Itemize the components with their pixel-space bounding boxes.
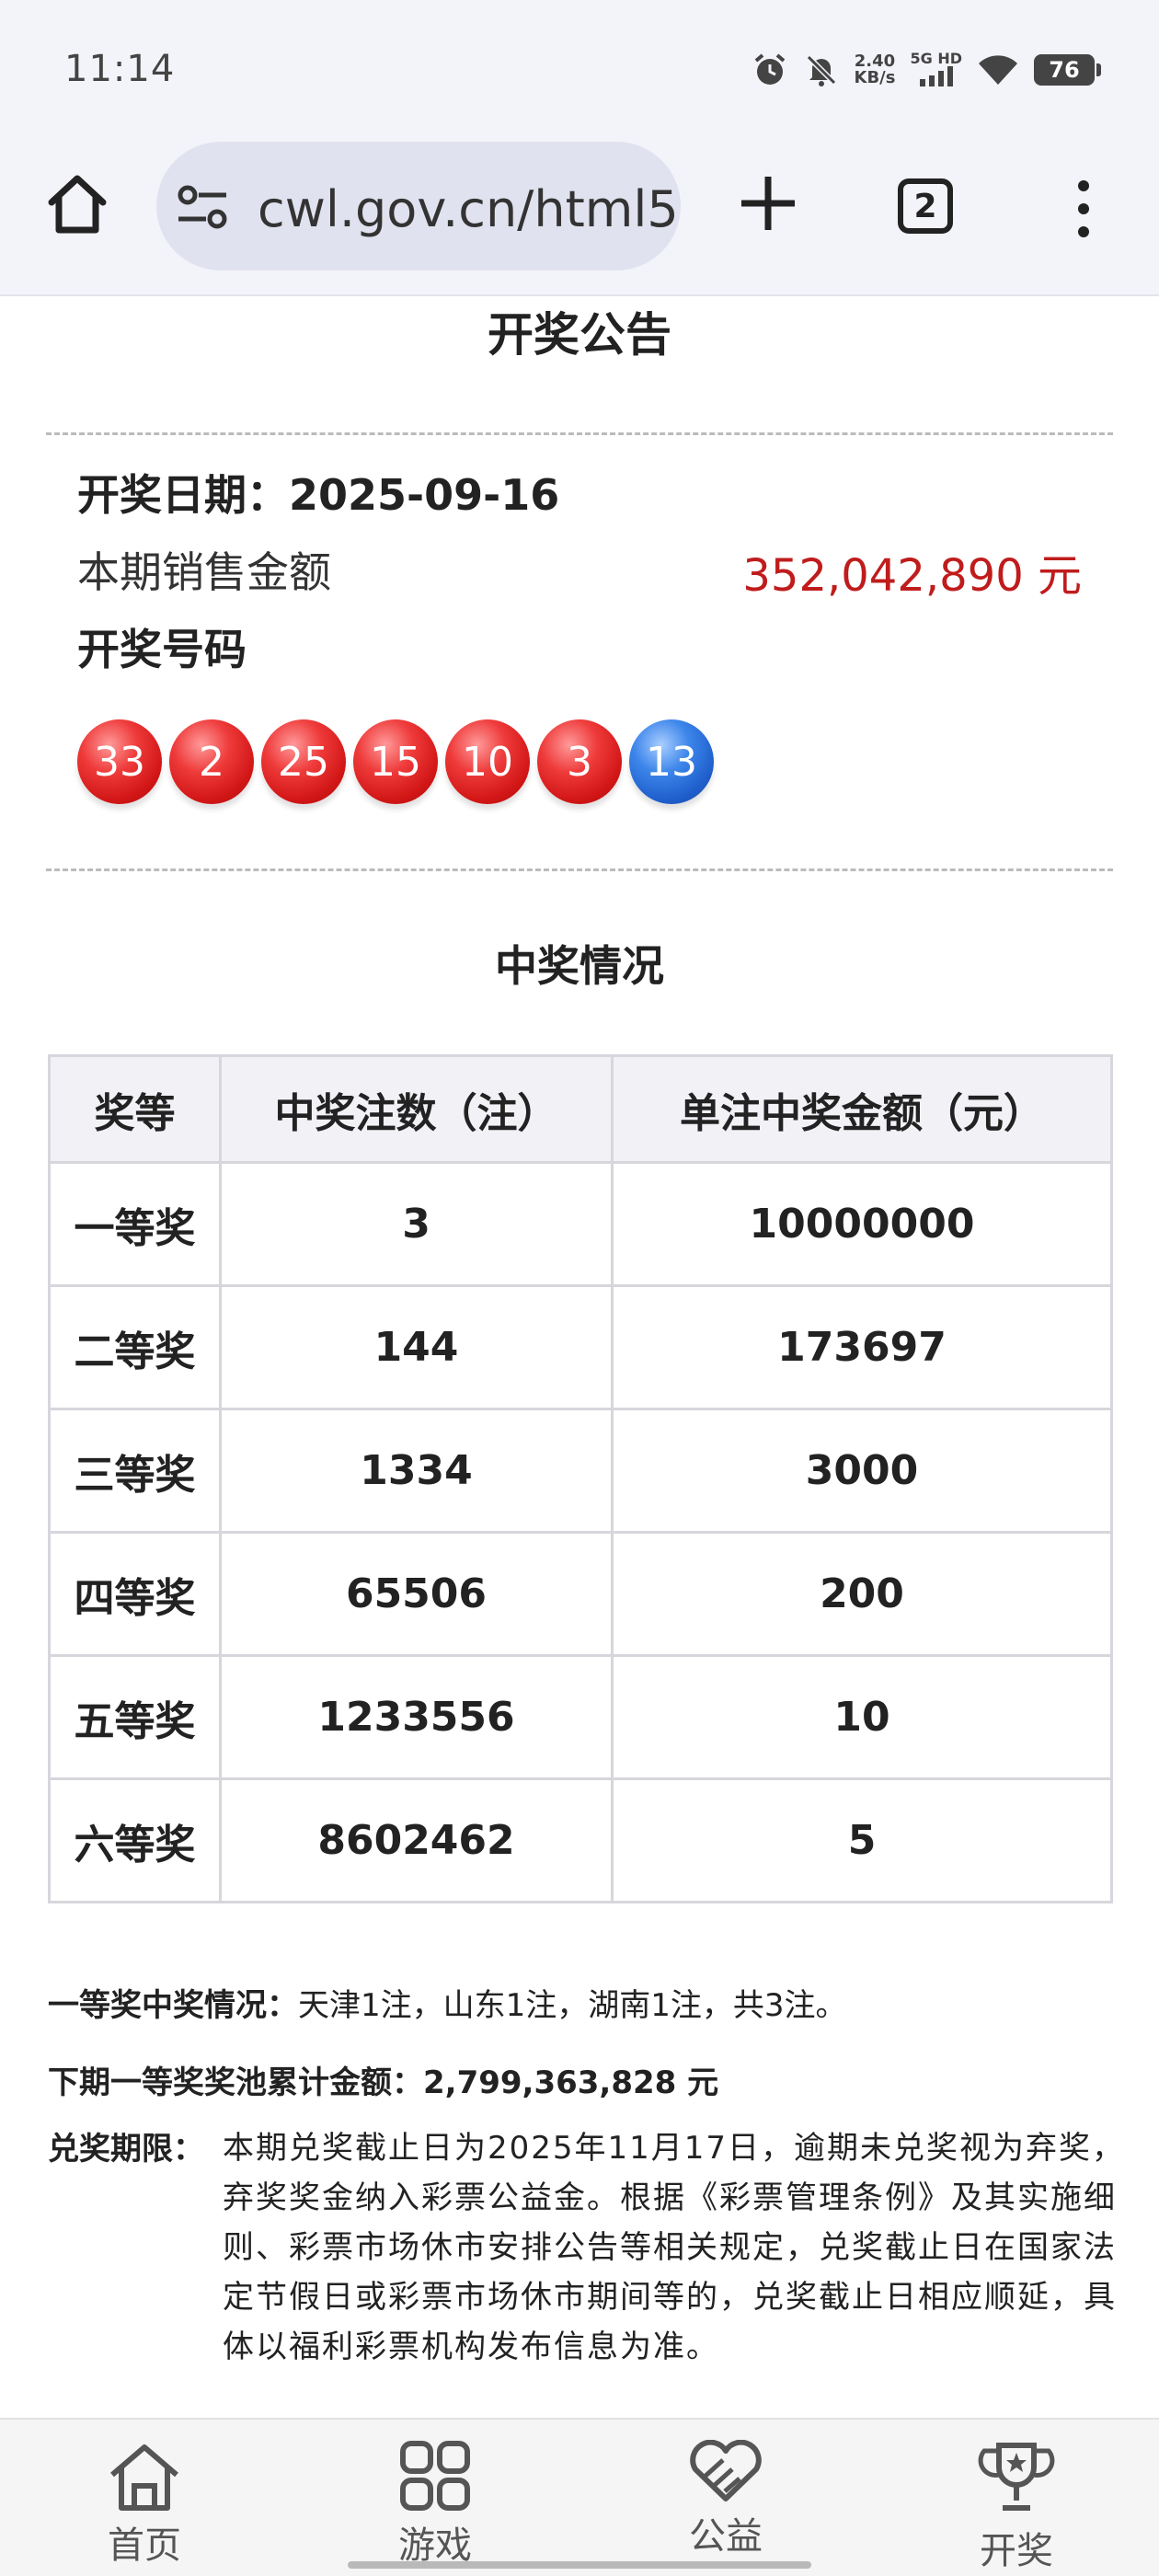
status-bar: 11:14 2.40 KB/s 5G HD 76 [0, 0, 1159, 138]
bottom-nav: 首页 游戏 公益 开奖 [0, 2418, 1159, 2576]
nav-item-charity[interactable]: 公益 [648, 2440, 804, 2559]
numbers-label: 开奖号码 [77, 625, 247, 674]
draw-date: 开奖日期：2025-09-16 [77, 470, 560, 520]
trophy-icon [978, 2443, 1055, 2511]
red-ball: 2 [169, 719, 254, 804]
winner-count: 3 [219, 1161, 614, 1287]
address-bar[interactable]: cwl.gov.cn/html5/ [156, 142, 681, 270]
mute-bell-icon [806, 54, 836, 86]
home-icon[interactable] [44, 171, 110, 237]
home-icon [110, 2444, 178, 2511]
winner-count: 65506 [219, 1531, 614, 1657]
prize-level: 三等奖 [48, 1408, 222, 1534]
table-header-row: 奖等 中奖注数（注） 单注中奖金额（元） [48, 1054, 1113, 1164]
new-tab-icon[interactable] [736, 171, 800, 236]
table-row: 六等奖 8602462 5 [48, 1777, 1113, 1903]
table-row: 三等奖 1334 3000 [48, 1408, 1113, 1534]
battery-indicator: 76 [1034, 54, 1101, 86]
table-row: 二等奖 144 173697 [48, 1284, 1113, 1410]
prize-amount: 10000000 [611, 1161, 1113, 1287]
jackpot-label: 下期一等奖奖池累计金额： [48, 2064, 423, 2101]
section-title: 中奖情况 [495, 941, 664, 991]
url-text: cwl.gov.cn/html5/ [258, 180, 681, 238]
prize-level: 四等奖 [48, 1531, 222, 1657]
prize-level: 二等奖 [48, 1284, 222, 1410]
prize-amount: 5 [611, 1777, 1113, 1903]
nav-item-games[interactable]: 游戏 [357, 2440, 513, 2569]
prize-amount: 173697 [611, 1284, 1113, 1410]
prize-table: 奖等 中奖注数（注） 单注中奖金额（元） 一等奖 3 10000000 二等奖 … [48, 1054, 1113, 1903]
column-header: 中奖注数（注） [219, 1054, 614, 1164]
table-row: 一等奖 3 10000000 [48, 1161, 1113, 1287]
prize-level: 五等奖 [48, 1654, 222, 1780]
prize-amount: 10 [611, 1654, 1113, 1780]
net-speed: 2.40 KB/s [854, 52, 896, 87]
table-row: 四等奖 65506 200 [48, 1531, 1113, 1657]
winner-count: 1233556 [219, 1654, 614, 1780]
home-indicator[interactable] [348, 2561, 811, 2569]
winner-count: 144 [219, 1284, 614, 1410]
column-header: 奖等 [48, 1054, 222, 1164]
network-type: 5G HD [910, 51, 962, 89]
prize-level: 一等奖 [48, 1161, 222, 1287]
deadline-label: 兑奖期限： [48, 2131, 204, 2168]
red-ball: 25 [261, 719, 346, 804]
first-prize-label: 一等奖中奖情况： [48, 1987, 298, 2024]
signal-icon [919, 65, 953, 86]
prize-level: 六等奖 [48, 1777, 222, 1903]
red-ball: 33 [77, 719, 162, 804]
jackpot-info: 下期一等奖奖池累计金额：2,799,363,828 元 [48, 2057, 718, 2102]
heart-hands-icon [690, 2440, 762, 2501]
nav-label: 首页 [108, 2524, 181, 2567]
divider [46, 432, 1113, 435]
page-title: 开奖公告 [488, 308, 671, 362]
site-settings-icon[interactable] [177, 184, 228, 230]
nav-item-draws[interactable]: 开奖 [938, 2440, 1095, 2574]
wifi-icon [979, 55, 1017, 85]
winner-count: 8602462 [219, 1777, 614, 1903]
winner-count: 1334 [219, 1408, 614, 1534]
status-time: 11:14 [64, 48, 176, 90]
sales-label: 本期销售金额 [77, 547, 331, 597]
alarm-icon [754, 53, 785, 85]
nav-label: 公益 [689, 2515, 763, 2558]
more-menu-icon[interactable] [1065, 177, 1102, 241]
deadline-text: 本期兑奖截止日为2025年11月17日，逾期未兑奖视为弃奖，弃奖奖金纳入彩票公益… [223, 2130, 1126, 2365]
nav-item-home[interactable]: 首页 [66, 2440, 223, 2569]
prize-amount: 200 [611, 1531, 1113, 1657]
sales-value: 352,042,890 元 [742, 550, 1082, 602]
page-content: 开奖公告 开奖日期：2025-09-16 本期销售金额 352,042,890 … [0, 298, 1159, 2418]
red-ball: 15 [353, 719, 438, 804]
first-prize-info: 一等奖中奖情况：天津1注，山东1注，湖南1注，共3注。 [48, 1980, 847, 2025]
jackpot-value: 2,799,363,828 元 [423, 2064, 719, 2101]
table-row: 五等奖 1233556 10 [48, 1654, 1113, 1780]
browser-toolbar: cwl.gov.cn/html5/ 2 [0, 138, 1159, 296]
tab-switcher-button[interactable]: 2 [898, 178, 953, 234]
winning-numbers: 33 2 25 15 10 3 13 [77, 719, 714, 804]
nav-label: 开奖 [980, 2530, 1053, 2572]
prize-amount: 3000 [611, 1408, 1113, 1534]
status-icons: 2.40 KB/s 5G HD 76 [752, 48, 1101, 92]
blue-ball: 13 [629, 719, 714, 804]
red-ball: 3 [537, 719, 622, 804]
divider [46, 868, 1113, 871]
first-prize-text: 天津1注，山东1注，湖南1注，共3注。 [298, 1987, 847, 2024]
grid-icon [400, 2441, 470, 2511]
column-header: 单注中奖金额（元） [611, 1054, 1113, 1164]
red-ball: 10 [445, 719, 530, 804]
